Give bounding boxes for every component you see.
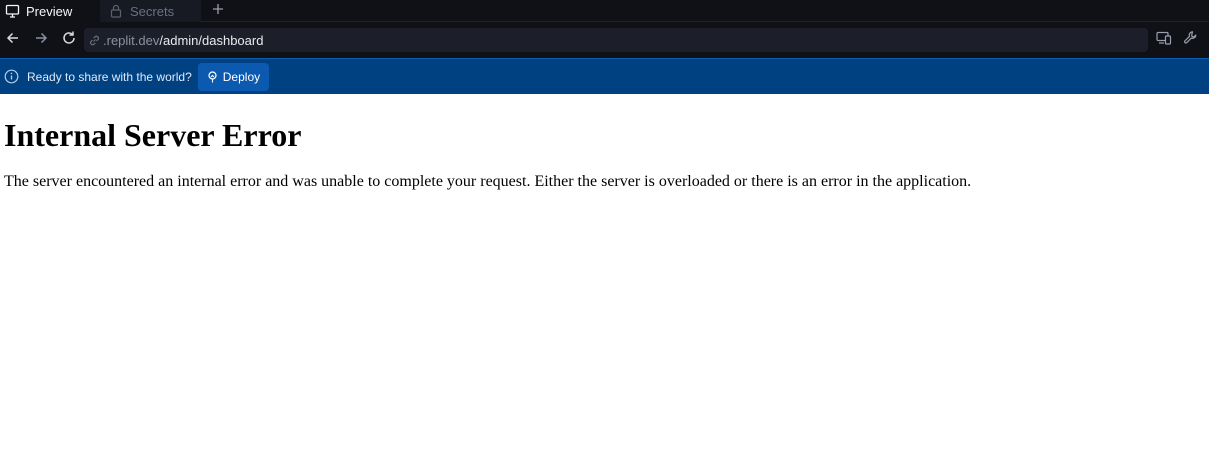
link-icon [88, 34, 101, 47]
info-icon [4, 69, 19, 84]
back-button[interactable] [0, 27, 26, 53]
devices-icon [1156, 31, 1172, 50]
url-field[interactable]: .replit.dev/admin/dashboard [84, 28, 1148, 52]
device-preview-button[interactable] [1152, 28, 1176, 52]
error-message: The server encountered an internal error… [4, 173, 972, 190]
error-heading: Internal Server Error [4, 117, 302, 153]
forward-button[interactable] [28, 27, 54, 53]
banner-text: Ready to share with the world? [27, 69, 192, 84]
monitor-icon [4, 3, 20, 19]
tab-secrets-label: Secrets [130, 3, 175, 19]
reload-icon [61, 30, 77, 51]
devtools-button[interactable] [1178, 28, 1202, 52]
deploy-label: Deploy [222, 69, 261, 84]
tab-bar: Preview Secrets [0, 0, 1209, 22]
url-path: /admin/dashboard [159, 32, 264, 48]
page-content: Internal Server Error The server encount… [4, 94, 1204, 192]
navigation-bar: .replit.dev/admin/dashboard [0, 22, 1209, 58]
tab-secrets[interactable]: Secrets [100, 0, 201, 22]
arrow-left-icon [6, 31, 20, 50]
arrow-right-icon [34, 31, 48, 50]
add-tab-button[interactable] [201, 0, 235, 22]
tab-preview-label: Preview [26, 3, 73, 19]
tab-preview[interactable]: Preview [0, 0, 100, 22]
deploy-banner: Ready to share with the world? Deploy [0, 58, 1209, 94]
lock-icon [108, 3, 124, 19]
reload-button[interactable] [56, 27, 82, 53]
wrench-icon [1183, 30, 1198, 50]
url-host: .replit.dev [103, 32, 160, 48]
deploy-icon [207, 70, 218, 83]
plus-icon [212, 2, 224, 20]
deploy-button[interactable]: Deploy [197, 62, 270, 91]
